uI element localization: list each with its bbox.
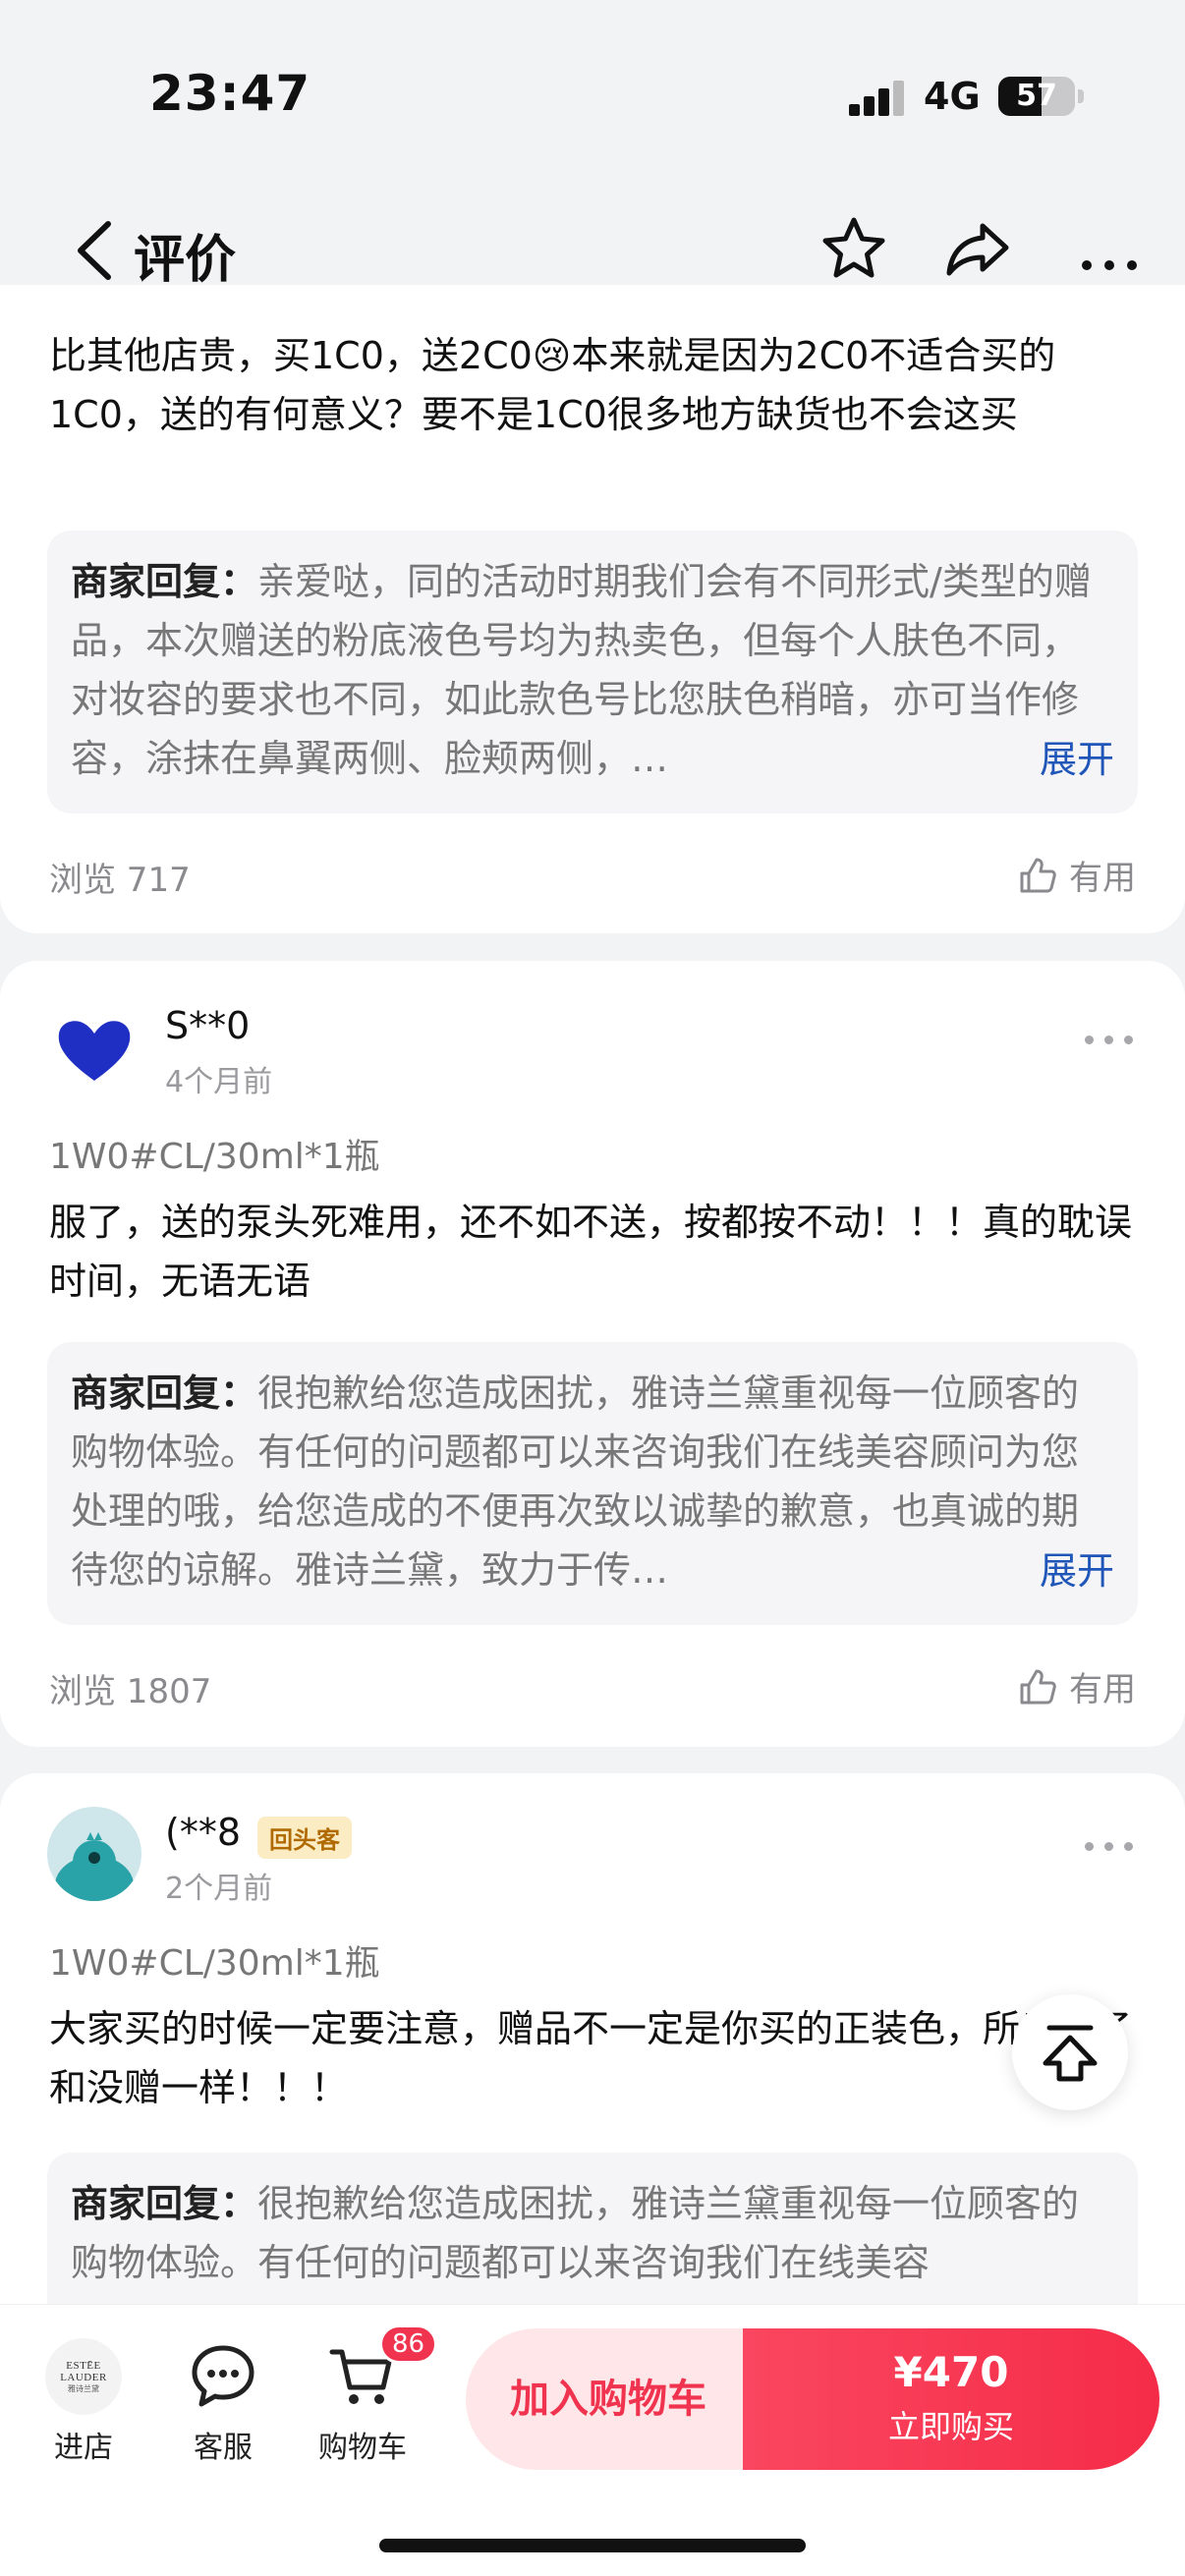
returning-customer-badge: 回头客 (257, 1817, 352, 1859)
price: ¥470 (893, 2348, 1009, 2396)
add-to-cart-button[interactable]: 加入购物车 (466, 2328, 751, 2470)
back-icon[interactable] (71, 218, 120, 283)
product-spec: 1W0#CL/30ml*1瓶 (49, 1943, 380, 1984)
expand-link[interactable]: 展开 (1029, 1540, 1114, 1595)
page-title: 评价 (134, 231, 237, 290)
useful-button[interactable]: 有用 (1018, 1662, 1136, 1710)
status-time: 23:47 (149, 65, 311, 122)
view-count: 浏览 717 (49, 861, 191, 900)
expand-link[interactable]: 展开 (1029, 729, 1114, 783)
useful-label: 有用 (1069, 859, 1136, 898)
review-card: S**0 4个月前 1W0#CL/30ml*1瓶 服了，送的泵头死难用，还不如不… (0, 961, 1185, 1747)
more-icon[interactable] (1075, 214, 1144, 283)
cart-button[interactable]: 86 购物车 (309, 2324, 438, 2466)
useful-button[interactable]: 有用 (1018, 851, 1136, 899)
review-text: 服了，送的泵头死难用，还不如不送，按都按不动！！！真的耽误时间，无语无语 (49, 1201, 1133, 1303)
review-card: 比其他店贵，买1C0，送2C0😢本来就是因为2C0不适合买的1C0，送的有何意义… (0, 285, 1185, 933)
merchant-reply[interactable]: 商家回复：很抱歉给您造成困扰，雅诗兰黛重视每一位顾客的购物体验。有任何的问题都可… (47, 2153, 1138, 2324)
thumbs-up-icon (1020, 858, 1056, 892)
network-label: 4G (924, 75, 981, 118)
reply-label: 商家回复： (71, 1372, 258, 1415)
battery-icon: 57 (998, 77, 1075, 116)
view-count: 浏览 1807 (49, 1672, 212, 1711)
username: (**8 (165, 1811, 242, 1854)
reply-label: 商家回复： (71, 560, 258, 603)
avatar[interactable] (47, 1807, 141, 1901)
review-text: 大家买的时候一定要注意，赠品不一定是你买的正装色，所以赠了和没赠一样！！！ (49, 2007, 1133, 2109)
more-options-icon[interactable] (1085, 1842, 1134, 1852)
reply-label: 商家回复： (71, 2182, 258, 2225)
buy-now-label: 立即购买 (887, 2408, 1014, 2445)
store-logo: ESTĒE LAUDER 雅诗兰黛 (45, 2338, 122, 2415)
merchant-reply[interactable]: 商家回复：很抱歉给您造成困扰，雅诗兰黛重视每一位顾客的购物体验。有任何的问题都可… (47, 1342, 1138, 1625)
chat-icon (192, 2345, 254, 2407)
buy-now-button[interactable]: ¥470 立即购买 (743, 2328, 1159, 2470)
service-button[interactable]: 客服 (169, 2338, 277, 2466)
review-text: 比其他店贵，买1C0，送2C0😢本来就是因为2C0不适合买的1C0，送的有何意义… (49, 334, 1056, 436)
review-time: 2个月前 (165, 1872, 273, 1906)
cart-label: 购物车 (318, 2431, 407, 2465)
cart-count-badge: 86 (379, 2324, 438, 2364)
star-icon[interactable] (819, 214, 888, 283)
review-card: (**8 回头客 2个月前 1W0#CL/30ml*1瓶 大家买的时候一定要注意… (0, 1773, 1185, 2324)
home-indicator[interactable] (379, 2539, 806, 2552)
battery-level: 57 (1016, 79, 1057, 113)
merchant-reply[interactable]: 商家回复：亲爱哒，同的活动时期我们会有不同形式/类型的赠品，本次赠送的粉底液色号… (47, 531, 1138, 813)
store-label: 进店 (54, 2431, 113, 2465)
signal-icon (849, 81, 906, 116)
useful-label: 有用 (1069, 1670, 1136, 1709)
scroll-top-button[interactable] (1012, 1994, 1128, 2110)
bottom-action-bar: ESTĒE LAUDER 雅诗兰黛 进店 客服 86 购物车 加入购物车 ¥47… (0, 2304, 1185, 2576)
more-options-icon[interactable] (1085, 1036, 1134, 1045)
product-spec: 1W0#CL/30ml*1瓶 (49, 1137, 380, 1177)
share-icon[interactable] (943, 214, 1012, 283)
review-time: 4个月前 (165, 1065, 273, 1099)
store-button[interactable]: ESTĒE LAUDER 雅诗兰黛 进店 (29, 2338, 138, 2466)
username: S**0 (165, 1004, 251, 1047)
arrow-up-icon (1043, 2025, 1098, 2082)
status-bar: 23:47 4G 57 (0, 0, 1185, 187)
avatar[interactable] (47, 1000, 141, 1094)
service-label: 客服 (194, 2431, 253, 2465)
thumbs-up-icon (1020, 1669, 1056, 1704)
